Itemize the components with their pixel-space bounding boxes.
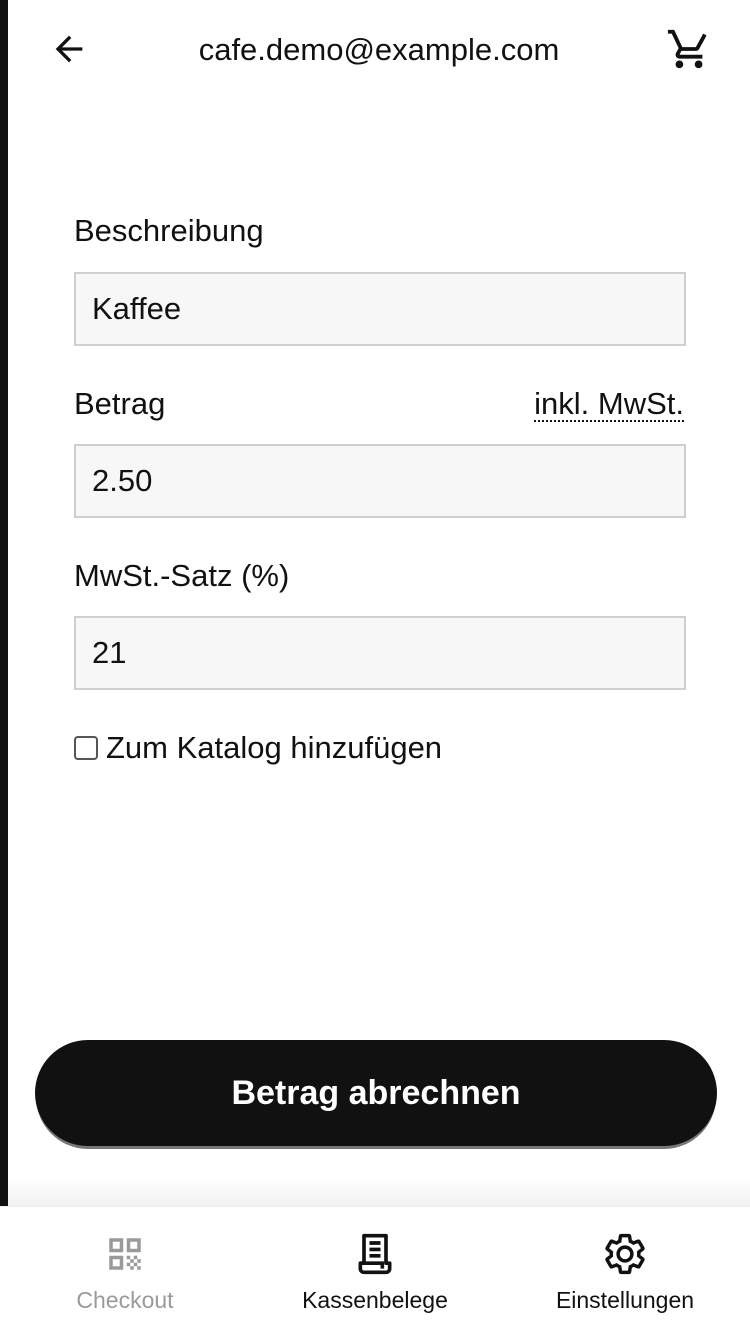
back-button[interactable] [46, 28, 92, 74]
shopping-cart-icon [666, 26, 712, 77]
charge-amount-button[interactable]: Betrag abrechnen [35, 1040, 717, 1146]
arrow-left-icon [49, 29, 89, 74]
add-to-catalog-checkbox[interactable] [74, 736, 98, 760]
nav-item-checkout[interactable]: Checkout [0, 1207, 250, 1334]
nav-label-checkout: Checkout [76, 1287, 174, 1313]
bottom-navigation: Checkout Kassenbelege Einstellungen [0, 1206, 750, 1334]
add-to-catalog-row[interactable]: Zum Katalog hinzufügen [74, 726, 442, 770]
description-label: Beschreibung [74, 213, 264, 248]
amount-input[interactable] [74, 444, 686, 518]
description-input[interactable] [74, 272, 686, 346]
nav-label-settings: Einstellungen [555, 1287, 695, 1313]
account-email-title: cafe.demo@example.com [198, 32, 560, 67]
nav-item-receipts[interactable]: Kassenbelege [250, 1207, 500, 1334]
receipt-icon [350, 1229, 400, 1279]
bottom-nav-shadow [0, 1176, 750, 1206]
vat-rate-label: MwSt.-Satz (%) [74, 558, 290, 593]
qr-code-icon [100, 1229, 150, 1279]
screen: cafe.demo@example.com Beschreibung Betra… [0, 0, 750, 1334]
nav-item-settings[interactable]: Einstellungen [500, 1207, 750, 1334]
gear-icon [600, 1229, 650, 1279]
amount-label: Betrag [74, 386, 166, 421]
vat-included-hint[interactable]: inkl. MwSt. [534, 384, 684, 424]
app-header: cafe.demo@example.com [8, 0, 750, 100]
left-edge-bar [0, 0, 8, 1206]
add-to-catalog-label: Zum Katalog hinzufügen [106, 730, 443, 765]
nav-label-receipts: Kassenbelege [302, 1287, 448, 1313]
cart-button[interactable] [664, 26, 714, 76]
vat-rate-input[interactable] [74, 616, 686, 690]
